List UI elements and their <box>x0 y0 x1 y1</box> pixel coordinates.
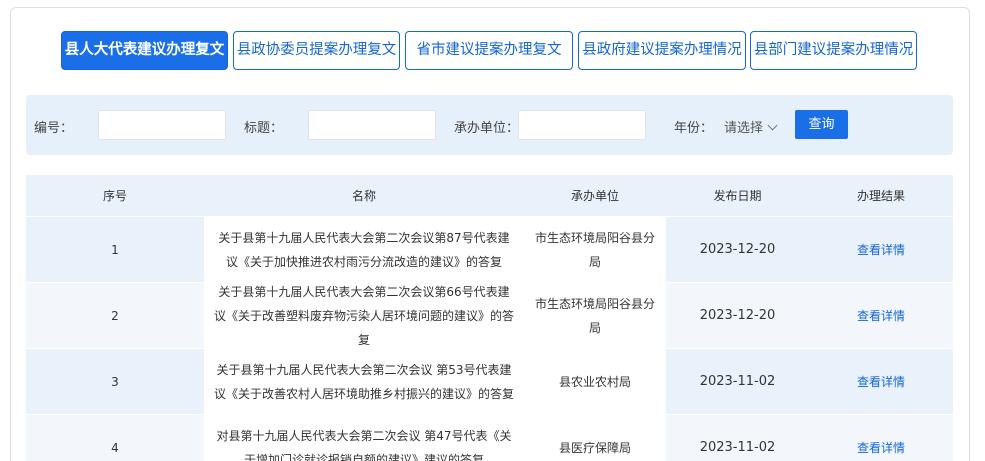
view-details-link[interactable]: 查看详情 <box>857 436 905 460</box>
year-select-value: 请选择 <box>724 121 764 136</box>
tab-county-government-status[interactable]: 县政府建议提案办理情况 <box>578 31 746 70</box>
view-details-link[interactable]: 查看详情 <box>857 370 905 394</box>
table-row: 4 对县第十九届人民代表大会第二次会议 第47号代表《关于增加门诊就诊报销自额的… <box>26 415 953 461</box>
table-row: 2 关于县第十九届人民代表大会第二次会议第66号代表建议《关于改善塑料废弃物污染… <box>26 283 953 349</box>
row-date: 2023-11-02 <box>699 439 776 455</box>
view-details-link[interactable]: 查看详情 <box>857 304 905 328</box>
row-unit: 市生态环境局阳谷县分局 <box>524 283 666 348</box>
title-input[interactable] <box>308 110 436 140</box>
query-button[interactable]: 查询 <box>795 110 848 139</box>
title-label: 标题： <box>244 121 284 136</box>
search-bar: 编号： 标题： 承办单位： 年份： 请选择 查询 <box>26 95 953 155</box>
view-details-link[interactable]: 查看详情 <box>857 238 905 262</box>
year-select[interactable]: 请选择 <box>724 117 778 136</box>
row-name: 关于县第十九届人民代表大会第二次会议第87号代表建议《关于加快推进农村雨污分流改… <box>204 217 524 282</box>
table-header: 序号 名称 承办单位 发布日期 办理结果 <box>26 175 953 217</box>
header-name: 名称 <box>351 188 376 203</box>
unit-input[interactable] <box>518 110 646 140</box>
row-date: 2023-11-02 <box>699 373 776 389</box>
row-index: 4 <box>111 440 119 455</box>
row-unit: 县农业农村局 <box>524 349 666 414</box>
category-tabs: 县人大代表建议办理复文 县政协委员提案办理复文 省市建议提案办理复文 县政府建议… <box>0 31 985 71</box>
row-index: 2 <box>111 308 119 323</box>
row-date: 2023-12-20 <box>699 241 776 257</box>
year-label: 年份： <box>674 121 714 136</box>
tab-county-department-status[interactable]: 县部门建议提案办理情况 <box>750 31 917 70</box>
row-index: 1 <box>111 242 119 257</box>
number-label: 编号： <box>34 121 74 136</box>
results-table: 序号 名称 承办单位 发布日期 办理结果 1 关于县第十九届人民代表大会第二次会… <box>26 175 953 461</box>
row-name: 关于县第十九届人民代表大会第二次会议第66号代表建议《关于改善塑料废弃物污染人居… <box>204 283 524 348</box>
tab-npc-suggestion-replies[interactable]: 县人大代表建议办理复文 <box>61 31 228 70</box>
header-date: 发布日期 <box>713 188 762 203</box>
row-index: 3 <box>111 374 119 389</box>
tab-provincial-city-replies[interactable]: 省市建议提案办理复文 <box>405 31 573 70</box>
unit-label: 承办单位： <box>454 121 520 136</box>
row-date: 2023-12-20 <box>699 307 776 323</box>
row-name: 关于县第十九届人民代表大会第二次会议 第53号代表建议《关于改善农村人居环境助推… <box>204 349 524 414</box>
header-index: 序号 <box>102 188 127 203</box>
number-input[interactable] <box>98 110 226 140</box>
row-unit: 市生态环境局阳谷县分局 <box>524 217 666 282</box>
row-name: 对县第十九届人民代表大会第二次会议 第47号代表《关于增加门诊就诊报销自额的建议… <box>204 415 524 461</box>
table-row: 1 关于县第十九届人民代表大会第二次会议第87号代表建议《关于加快推进农村雨污分… <box>26 217 953 283</box>
row-unit: 县医疗保障局 <box>524 415 666 461</box>
tab-cppcc-proposal-replies[interactable]: 县政协委员提案办理复文 <box>233 31 400 70</box>
header-unit: 承办单位 <box>570 188 619 203</box>
table-row: 3 关于县第十九届人民代表大会第二次会议 第53号代表建议《关于改善农村人居环境… <box>26 349 953 415</box>
chevron-down-icon <box>767 120 778 131</box>
header-result: 办理结果 <box>856 188 905 203</box>
